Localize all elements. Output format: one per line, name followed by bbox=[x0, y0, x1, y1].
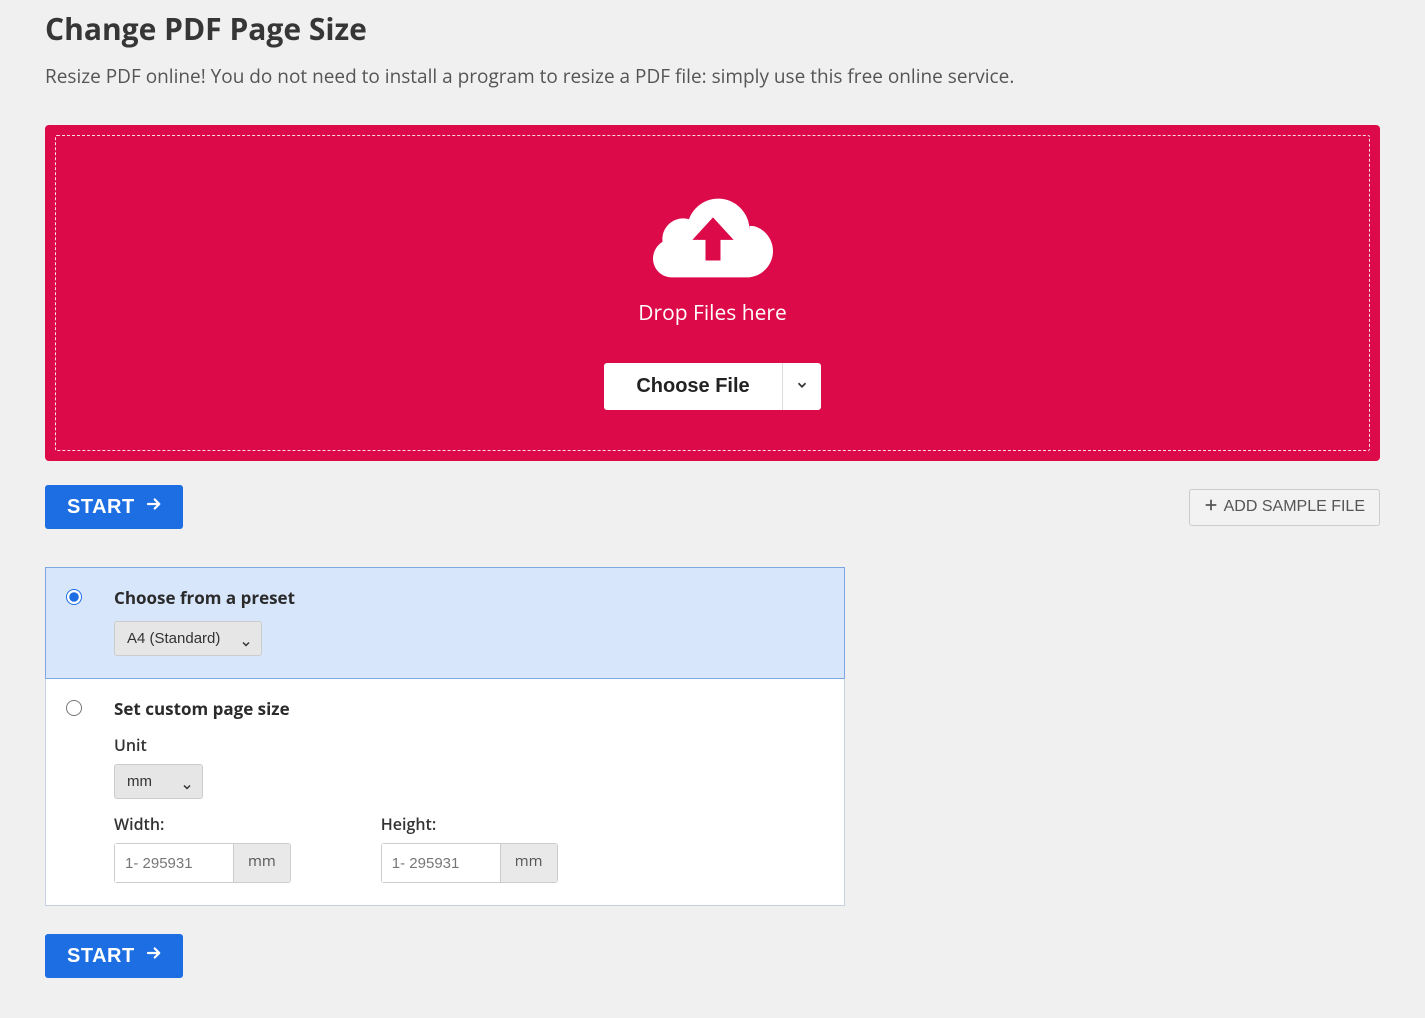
size-options-panel: Choose from a preset A4 (Standard) Set c… bbox=[45, 567, 845, 906]
drop-files-text: Drop Files here bbox=[638, 299, 787, 327]
custom-option-card[interactable]: Set custom page size Unit mm Width: bbox=[45, 679, 845, 906]
preset-radio-wrap bbox=[66, 586, 82, 610]
preset-radio[interactable] bbox=[66, 589, 82, 605]
choose-file-group: Choose File bbox=[604, 363, 820, 410]
plus-icon bbox=[1204, 498, 1218, 517]
height-label: Height: bbox=[381, 813, 558, 835]
cloud-upload-icon bbox=[653, 192, 773, 289]
choose-file-dropdown-button[interactable] bbox=[782, 363, 821, 410]
start-button-label: START bbox=[67, 945, 135, 968]
start-button-label: START bbox=[67, 496, 135, 519]
start-button-top[interactable]: START bbox=[45, 485, 183, 529]
width-label: Width: bbox=[114, 813, 291, 835]
arrow-right-icon bbox=[145, 944, 163, 968]
preset-option-title: Choose from a preset bbox=[114, 586, 824, 609]
preset-option-card[interactable]: Choose from a preset A4 (Standard) bbox=[45, 567, 845, 679]
dimensions-row: Width: mm Height: mm bbox=[114, 799, 824, 883]
chevron-down-icon bbox=[795, 378, 809, 395]
add-sample-file-label: ADD SAMPLE FILE bbox=[1224, 498, 1365, 516]
unit-select-wrap: mm bbox=[114, 764, 203, 799]
unit-label: Unit bbox=[114, 734, 824, 756]
width-column: Width: mm bbox=[114, 799, 291, 883]
custom-radio-wrap bbox=[66, 697, 82, 721]
custom-option-title: Set custom page size bbox=[114, 697, 824, 720]
file-dropzone-inner: Drop Files here Choose File bbox=[55, 135, 1370, 451]
custom-radio[interactable] bbox=[66, 700, 82, 716]
arrow-right-icon bbox=[145, 495, 163, 519]
file-dropzone[interactable]: Drop Files here Choose File bbox=[45, 125, 1380, 461]
unit-select[interactable]: mm bbox=[114, 764, 203, 799]
page-subtitle: Resize PDF online! You do not need to in… bbox=[45, 63, 1380, 125]
preset-select[interactable]: A4 (Standard) bbox=[114, 621, 262, 656]
action-row: START ADD SAMPLE FILE bbox=[45, 485, 1380, 529]
height-input[interactable] bbox=[381, 843, 501, 883]
width-input-group: mm bbox=[114, 843, 291, 883]
width-unit-suffix: mm bbox=[234, 843, 291, 883]
custom-option-body: Set custom page size Unit mm Width: bbox=[114, 697, 824, 883]
bottom-action-row: START bbox=[45, 934, 1380, 978]
height-unit-suffix: mm bbox=[501, 843, 558, 883]
choose-file-button[interactable]: Choose File bbox=[604, 363, 781, 410]
add-sample-file-button[interactable]: ADD SAMPLE FILE bbox=[1189, 489, 1380, 526]
preset-select-wrap: A4 (Standard) bbox=[114, 621, 262, 656]
height-column: Height: mm bbox=[381, 799, 558, 883]
height-input-group: mm bbox=[381, 843, 558, 883]
width-input[interactable] bbox=[114, 843, 234, 883]
start-button-bottom[interactable]: START bbox=[45, 934, 183, 978]
preset-option-body: Choose from a preset A4 (Standard) bbox=[114, 586, 824, 656]
page-title: Change PDF Page Size bbox=[45, 0, 1380, 63]
